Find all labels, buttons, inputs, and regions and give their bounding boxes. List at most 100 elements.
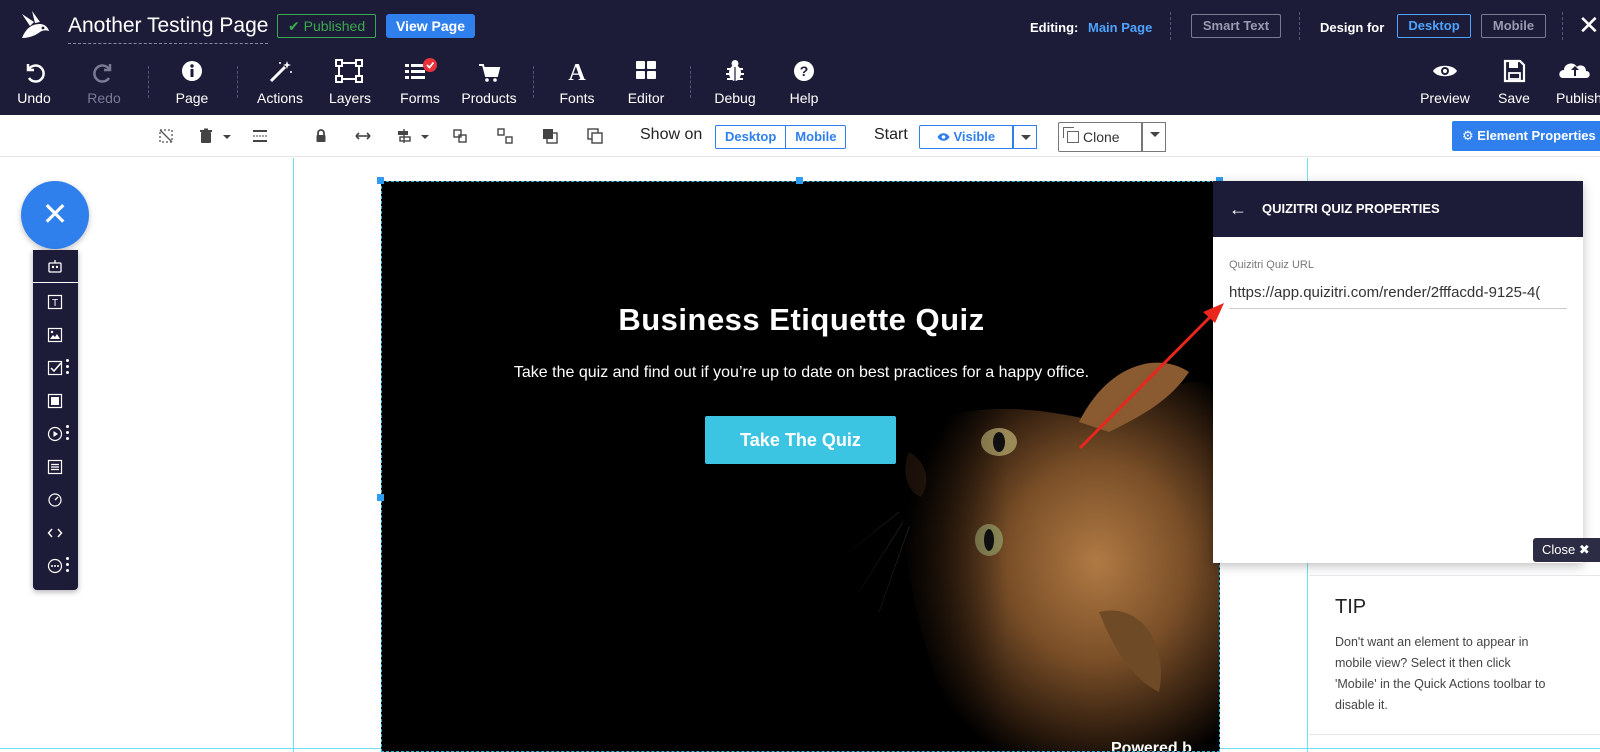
close-elements-button[interactable]: ✕ xyxy=(21,181,89,249)
timer-icon xyxy=(48,493,62,507)
redo-button[interactable]: Redo xyxy=(84,58,124,112)
more-options-icon[interactable] xyxy=(66,359,69,375)
start-label: Start xyxy=(874,126,908,143)
quiz-url-input[interactable] xyxy=(1229,277,1567,309)
forms-list-icon xyxy=(405,58,437,79)
rabbit-logo-icon xyxy=(22,11,49,38)
help-button[interactable]: ? Help xyxy=(782,58,826,112)
more-options-icon[interactable] xyxy=(66,557,69,573)
page-label: Page xyxy=(175,90,209,106)
divider xyxy=(1562,12,1563,40)
debug-button[interactable]: Debug xyxy=(711,58,759,112)
forms-button[interactable]: Forms xyxy=(397,58,443,112)
add-image-button[interactable] xyxy=(33,323,78,347)
copy-icon xyxy=(1063,127,1079,143)
info-icon xyxy=(182,61,202,81)
save-button[interactable]: Save xyxy=(1494,58,1534,112)
products-label: Products xyxy=(461,90,517,106)
resize-handle[interactable] xyxy=(377,494,384,501)
element-properties-button[interactable]: ⚙ Element Properties xyxy=(1452,121,1600,151)
design-desktop-button[interactable]: Desktop xyxy=(1397,14,1471,38)
powered-by-text: Powered b xyxy=(1111,740,1192,752)
canvas-guide-line xyxy=(293,158,294,752)
panel-header: ← QUIZITRI QUIZ PROPERTIES xyxy=(1213,181,1583,237)
visibility-dropdown-button[interactable] xyxy=(1013,125,1037,149)
eye-icon xyxy=(937,133,950,141)
products-button[interactable]: Products xyxy=(459,58,519,112)
editor-button[interactable]: Editor xyxy=(623,58,669,112)
add-box-button[interactable] xyxy=(33,389,78,413)
group-icon[interactable] xyxy=(452,128,468,144)
actions-button[interactable]: Actions xyxy=(254,58,306,112)
robot-icon xyxy=(48,260,62,273)
preview-button[interactable]: Preview xyxy=(1416,58,1474,112)
published-badge: ✔ Published xyxy=(277,14,377,38)
page-title[interactable]: Another Testing Page xyxy=(68,14,269,44)
show-on-toggle: Desktop Mobile xyxy=(715,125,847,149)
close-editor-icon[interactable]: ✕ xyxy=(1578,10,1600,40)
add-more-button[interactable] xyxy=(33,554,78,578)
play-icon xyxy=(47,426,63,442)
svg-text:?: ? xyxy=(800,63,809,79)
publish-button[interactable]: Publish xyxy=(1556,58,1600,112)
visibility-button[interactable]: Visible xyxy=(919,125,1013,149)
add-elements-toolbar: T xyxy=(33,250,78,590)
resize-handle[interactable] xyxy=(796,177,803,184)
trash-dropdown-caret-icon[interactable] xyxy=(223,135,231,139)
show-on-label: Show on xyxy=(640,126,703,143)
quiz-properties-panel: ← QUIZITRI QUIZ PROPERTIES Quizitri Quiz… xyxy=(1213,181,1583,563)
take-quiz-button[interactable]: Take The Quiz xyxy=(705,416,896,464)
help-label: Help xyxy=(789,90,819,106)
add-section-button[interactable] xyxy=(33,254,78,278)
clone-dropdown-button[interactable] xyxy=(1142,122,1166,152)
element-properties-label: Element Properties xyxy=(1477,128,1596,143)
show-on-mobile-button[interactable]: Mobile xyxy=(785,126,845,148)
more-options-icon[interactable] xyxy=(66,425,69,441)
publish-label: Publish xyxy=(1556,90,1600,106)
box-icon xyxy=(47,393,63,409)
resize-handle[interactable] xyxy=(377,177,384,184)
floppy-disk-icon xyxy=(1503,59,1526,83)
view-page-button[interactable]: View Page xyxy=(386,14,476,38)
fonts-button[interactable]: A Fonts xyxy=(555,58,599,112)
tip-card: TIP Don't want an element to appear in m… xyxy=(1309,575,1600,735)
smart-text-button[interactable]: Smart Text xyxy=(1191,14,1281,38)
divider xyxy=(533,66,534,98)
show-on-desktop-button[interactable]: Desktop xyxy=(716,126,785,148)
add-list-button[interactable] xyxy=(33,455,78,479)
divider xyxy=(1170,12,1171,40)
shopping-cart-icon xyxy=(479,64,501,82)
add-form-button[interactable] xyxy=(33,356,78,380)
lock-icon[interactable] xyxy=(313,128,329,144)
add-timer-button[interactable] xyxy=(33,488,78,512)
close-panel-button[interactable]: Close ✖ xyxy=(1533,538,1600,562)
page-button[interactable]: Page xyxy=(170,58,214,112)
design-mobile-button[interactable]: Mobile xyxy=(1481,14,1546,38)
divider xyxy=(690,66,691,98)
cat-photo xyxy=(839,362,1219,751)
undo-button[interactable]: Undo xyxy=(14,58,54,112)
full-width-icon[interactable] xyxy=(355,128,371,144)
send-backward-icon[interactable] xyxy=(587,128,603,144)
layers-icon xyxy=(335,59,363,83)
ellipsis-circle-icon xyxy=(47,558,63,574)
align-dropdown-caret-icon[interactable] xyxy=(421,135,429,139)
clone-button[interactable]: Clone xyxy=(1058,122,1142,152)
font-icon: A xyxy=(568,60,586,86)
no-border-icon[interactable] xyxy=(158,128,174,144)
layers-button[interactable]: Layers xyxy=(326,58,374,112)
back-arrow-icon[interactable]: ← xyxy=(1229,199,1247,220)
undo-label: Undo xyxy=(17,90,51,106)
bring-forward-icon[interactable] xyxy=(542,128,558,144)
align-icon[interactable] xyxy=(396,128,412,144)
editing-page-link[interactable]: Main Page xyxy=(1088,20,1152,35)
spacing-icon[interactable] xyxy=(252,128,268,144)
panel-title: QUIZITRI QUIZ PROPERTIES xyxy=(1262,201,1440,216)
trash-icon[interactable] xyxy=(198,128,214,144)
quiz-section[interactable]: Business Etiquette Quiz Take the quiz an… xyxy=(381,181,1220,752)
ungroup-icon[interactable] xyxy=(497,128,513,144)
add-text-button[interactable]: T xyxy=(33,290,78,314)
add-video-button[interactable] xyxy=(33,422,78,446)
top-toolbar: Another Testing Page ✔ Published View Pa… xyxy=(0,0,1600,115)
add-code-button[interactable] xyxy=(33,521,78,545)
